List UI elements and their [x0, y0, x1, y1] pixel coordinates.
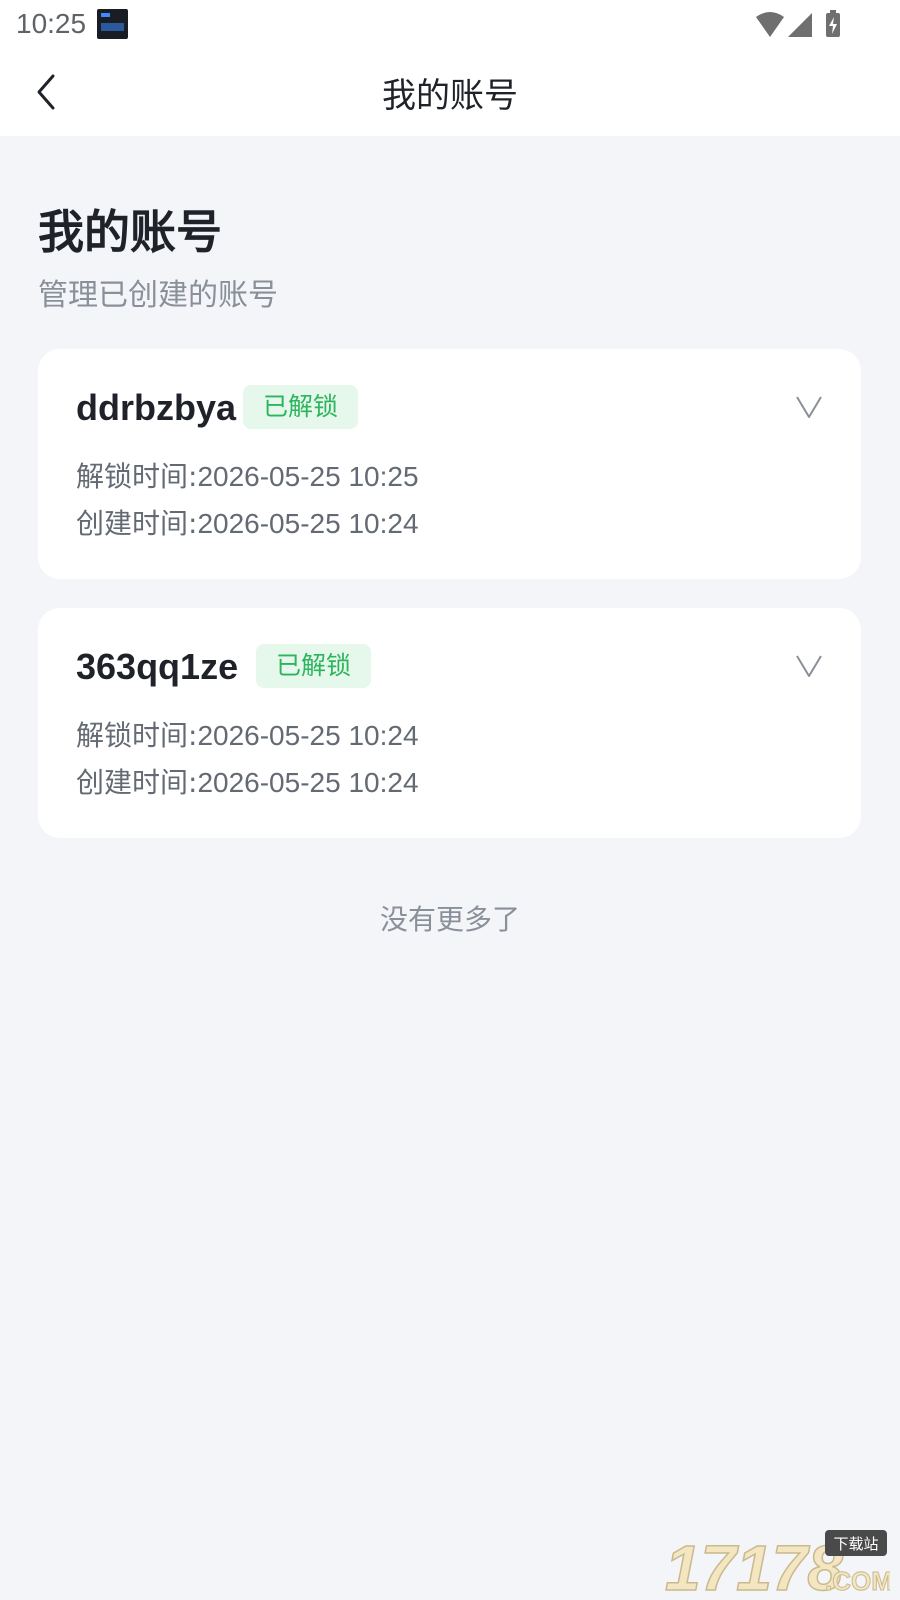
page-subtitle: 管理已创建的账号 — [38, 278, 278, 313]
wifi-icon — [756, 12, 784, 37]
unlock-time-value: 2026-05-25 10:24 — [197, 720, 419, 751]
header-title: 我的账号 — [382, 76, 518, 116]
unlock-time-row: 解锁时间:2026-05-25 10:25 — [76, 455, 419, 495]
watermark-badge: 下载站 — [833, 1535, 878, 1553]
status-icons — [754, 9, 854, 43]
created-time-row: 创建时间:2026-05-25 10:24 — [76, 502, 419, 542]
header: 我的账号 — [0, 50, 900, 136]
clock-widget-icon — [97, 9, 128, 39]
chevron-down-icon — [796, 655, 822, 677]
expand-button[interactable] — [791, 389, 827, 425]
status-time: 10:25 — [16, 8, 87, 39]
watermark-suffix: .COM — [825, 1566, 890, 1596]
chevron-down-icon — [796, 396, 822, 418]
status-badge: 已解锁 — [243, 385, 359, 429]
created-time-label: 创建时间: — [76, 766, 198, 799]
account-name: 363qq1ze — [76, 646, 239, 687]
status-bar: 10:25 — [0, 0, 900, 50]
unlock-time-label: 解锁时间: — [76, 460, 198, 493]
page-title: 我的账号 — [38, 205, 222, 259]
list-end-text: 没有更多了 — [379, 903, 520, 936]
unlock-time-row: 解锁时间:2026-05-25 10:24 — [76, 714, 419, 754]
signal-icon — [788, 13, 812, 37]
created-time-value: 2026-05-25 10:24 — [197, 767, 419, 798]
account-name: ddrbzbya — [76, 387, 237, 428]
created-time-value: 2026-05-25 10:24 — [197, 508, 419, 539]
created-time-label: 创建时间: — [76, 507, 198, 540]
battery-charging-icon — [826, 10, 840, 37]
watermark-logo: 17178 下载站 .COM — [665, 1530, 890, 1596]
expand-button[interactable] — [791, 648, 827, 684]
unlock-time-label: 解锁时间: — [76, 719, 198, 752]
unlock-time-value: 2026-05-25 10:25 — [197, 461, 419, 492]
watermark-number: 17178 — [665, 1532, 843, 1596]
account-card[interactable]: ddrbzbya 已解锁 解锁时间:2026-05-25 10:25 创建时间:… — [38, 349, 861, 579]
account-card[interactable]: 363qq1ze 已解锁 解锁时间:2026-05-25 10:24 创建时间:… — [38, 608, 861, 838]
created-time-row: 创建时间:2026-05-25 10:24 — [76, 761, 419, 801]
status-badge: 已解锁 — [256, 644, 372, 688]
